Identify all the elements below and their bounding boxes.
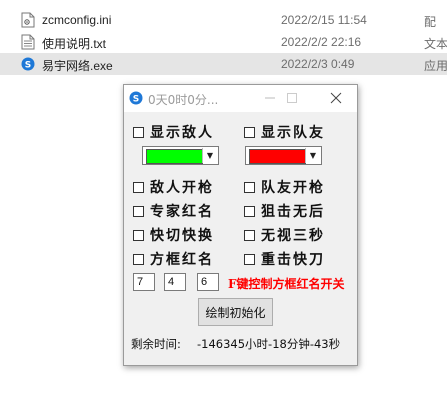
file-date: 2022/2/3 0:49 xyxy=(281,57,355,71)
file-date: 2022/2/15 11:54 xyxy=(281,13,367,27)
option-label: 狙击无后 xyxy=(261,204,325,220)
checkbox[interactable] xyxy=(133,253,144,265)
value-input-2[interactable]: 4 xyxy=(164,273,186,291)
checkbox[interactable] xyxy=(133,229,144,241)
chevron-down-icon: ▼ xyxy=(305,148,320,163)
option-label: 队友开枪 xyxy=(261,180,325,196)
option-enemy-fire[interactable]: 敌人开枪 xyxy=(133,178,214,196)
option-show-enemy[interactable]: 显示敌人 xyxy=(133,123,214,141)
option-ignore-three-seconds[interactable]: 无视三秒 xyxy=(244,226,325,244)
draw-init-button[interactable]: 绘制初始化 xyxy=(198,298,273,326)
file-row-readme[interactable]: 使用说明.txt 2022/2/2 22:16 文本 xyxy=(0,31,447,53)
checkbox[interactable] xyxy=(133,205,144,217)
checkbox[interactable] xyxy=(133,181,144,193)
option-label: 方框红名 xyxy=(150,252,214,268)
file-type: 应用 xyxy=(424,59,447,73)
option-label: 重击快刀 xyxy=(261,252,325,268)
file-name: 使用说明.txt xyxy=(42,37,107,51)
option-expert-red-name[interactable]: 专家红名 xyxy=(133,202,214,220)
file-row-exe[interactable]: S 易宇网络.exe 2022/2/3 0:49 应用 xyxy=(0,53,447,75)
option-label: 专家红名 xyxy=(150,204,214,220)
svg-text:S: S xyxy=(25,61,31,71)
checkbox[interactable] xyxy=(244,229,255,241)
config-file-icon xyxy=(21,12,35,28)
checkbox[interactable] xyxy=(244,181,255,193)
checkbox[interactable] xyxy=(244,253,255,265)
enemy-color-select[interactable]: ▼ xyxy=(142,146,219,165)
title-bar[interactable]: S 0天0时0分... xyxy=(124,85,357,112)
chevron-down-icon: ▼ xyxy=(202,148,217,163)
text-file-icon xyxy=(21,34,35,50)
svg-text:S: S xyxy=(133,95,139,105)
option-label: 显示敌人 xyxy=(150,125,214,141)
checkbox[interactable] xyxy=(133,126,144,138)
option-label: 无视三秒 xyxy=(261,228,325,244)
file-name: 易宇网络.exe xyxy=(42,59,113,73)
enemy-color-swatch xyxy=(146,149,203,164)
file-date: 2022/2/2 22:16 xyxy=(281,35,362,49)
option-heavy-quick-knife[interactable]: 重击快刀 xyxy=(244,250,325,268)
file-type: 文本 xyxy=(424,37,447,51)
teammate-color-swatch xyxy=(249,149,306,164)
option-show-teammate[interactable]: 显示队友 xyxy=(244,123,325,141)
close-icon[interactable] xyxy=(327,88,345,108)
checkbox[interactable] xyxy=(244,126,255,138)
file-row-zcmconfig[interactable]: zcmconfig.ini 2022/2/15 11:54 配 xyxy=(0,9,447,31)
window-title: 0天0时0分... xyxy=(148,93,219,107)
hotkey-note: F键控制方框红名开关 xyxy=(228,277,345,291)
app-window: S 0天0时0分... 显示敌人 显示队友 ▼ ▼ 敌人开枪 队友开枪 专家红名… xyxy=(123,84,358,366)
value-input-1[interactable]: 7 xyxy=(133,273,155,291)
file-type: 配 xyxy=(424,15,437,29)
app-exe-icon: S xyxy=(21,57,35,71)
value-input-3[interactable]: 6 xyxy=(197,273,219,291)
option-quick-switch[interactable]: 快切快换 xyxy=(133,226,214,244)
option-label: 敌人开枪 xyxy=(150,180,214,196)
app-logo-icon: S xyxy=(129,91,143,105)
file-name: zcmconfig.ini xyxy=(42,13,112,27)
option-teammate-fire[interactable]: 队友开枪 xyxy=(244,178,325,196)
maximize-icon[interactable] xyxy=(283,88,301,108)
remaining-time-label: 剩余时间: xyxy=(131,337,181,351)
checkbox[interactable] xyxy=(244,205,255,217)
teammate-color-select[interactable]: ▼ xyxy=(245,146,322,165)
option-sniper-no-recoil[interactable]: 狙击无后 xyxy=(244,202,325,220)
remaining-time-value: -146345小时-18分钟-43秒 xyxy=(197,337,341,351)
option-label: 显示队友 xyxy=(261,125,325,141)
option-label: 快切快换 xyxy=(150,228,214,244)
minimize-icon[interactable] xyxy=(261,88,279,108)
option-box-red-name[interactable]: 方框红名 xyxy=(133,250,214,268)
